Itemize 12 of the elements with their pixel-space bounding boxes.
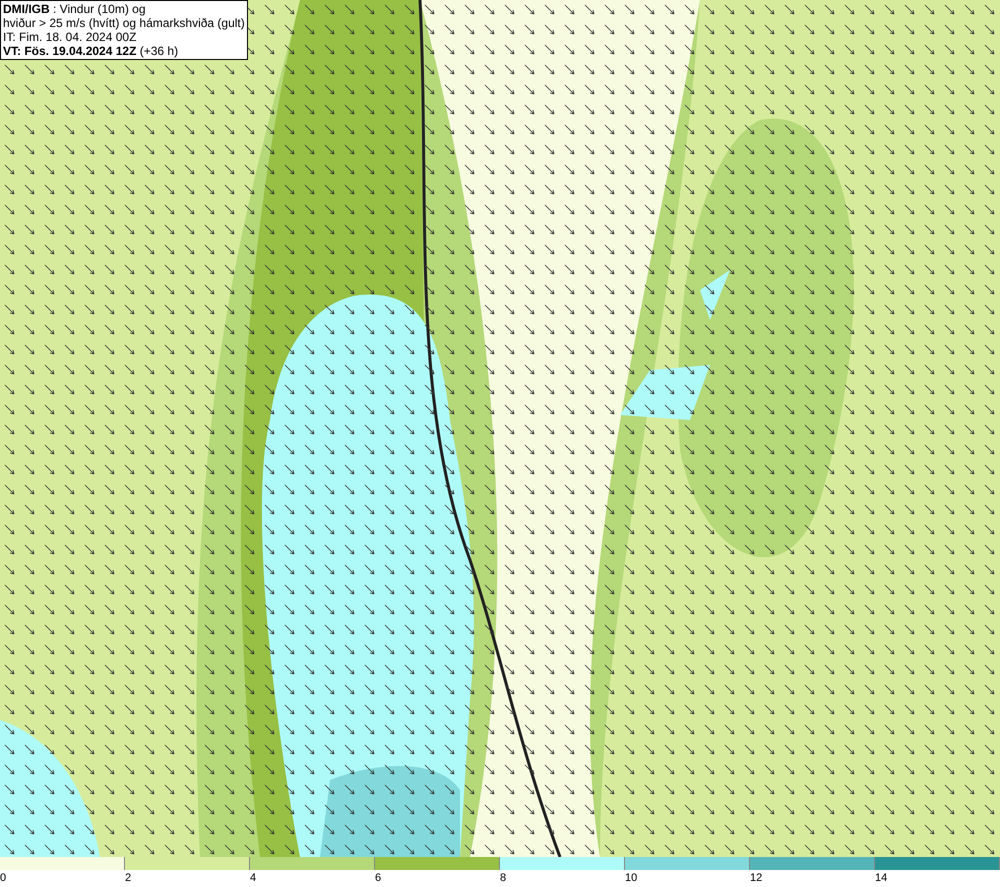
info-line: DMI/IGB : Vindur (10m) og [3, 2, 146, 16]
info-line: VT: Fös. 19.04.2024 12Z (+36 h) [3, 44, 180, 58]
legend-label: 0 [0, 871, 6, 886]
legend-label: 8 [500, 871, 506, 886]
legend-label: 14 [875, 871, 888, 886]
legend-label: 6 [375, 871, 382, 886]
legend-label: 2 [125, 871, 132, 886]
legend-label: 4 [250, 871, 256, 886]
legend-label: 12 [750, 871, 762, 886]
info-line: hviður > 25 m/s (hvítt) og hámarkshviða (gult) [3, 16, 245, 30]
info-line: IT: Fim. 18. 04. 2024 00Z [3, 30, 138, 44]
legend-label: 10 [625, 871, 638, 886]
